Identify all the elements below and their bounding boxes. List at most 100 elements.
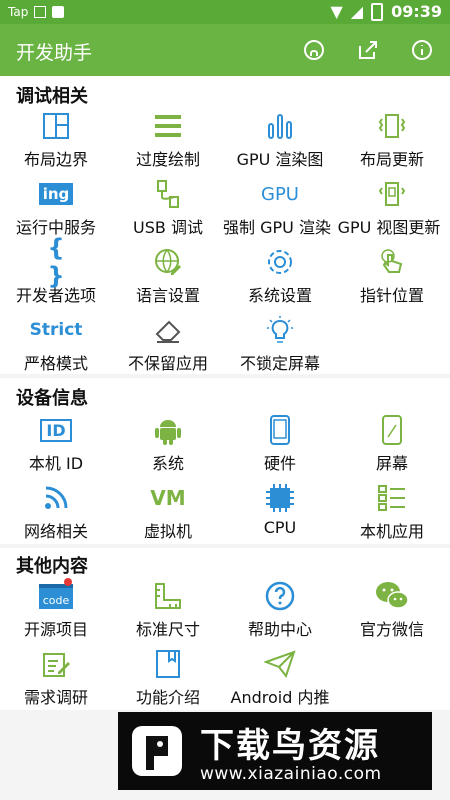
screen-icon (372, 414, 412, 446)
app-notification-icon (52, 6, 65, 18)
vibrate-icon (372, 110, 412, 142)
item-open-source[interactable]: code 开源项目 (0, 578, 112, 646)
phone-vibrate-icon (372, 178, 412, 210)
item-language-settings[interactable]: 语言设置 (112, 246, 224, 312)
item-label: 虚拟机 (143, 522, 192, 541)
item-help-center[interactable]: 帮助中心 (224, 580, 336, 646)
item-usb-debug[interactable]: USB 调试 (112, 178, 224, 244)
item-layout-update[interactable]: 布局更新 (336, 110, 448, 176)
signal-icon: ◢ (350, 2, 364, 21)
ruler-icon (148, 580, 188, 612)
item-force-gpu[interactable]: GPU 强制 GPU 渲染 (223, 178, 336, 244)
item-label: 指针位置 (359, 286, 424, 305)
item-android-referral[interactable]: Android 内推 (224, 648, 336, 714)
item-overdraw[interactable]: 过度绘制 (112, 110, 224, 176)
bar-chart-icon (260, 110, 300, 142)
item-label: 屏幕 (375, 454, 408, 473)
item-label: 标准尺寸 (135, 620, 200, 639)
usb-cable-icon (148, 178, 188, 210)
bird-logo-icon (124, 718, 190, 784)
share-icon[interactable] (356, 38, 380, 62)
watermark-banner: 下载鸟资源 www.xiazainiao.com (118, 712, 432, 790)
clock: 09:39 (391, 2, 442, 21)
item-label: 开发者选项 (15, 286, 96, 305)
code-window-icon: code (36, 578, 76, 612)
item-label: 过度绘制 (135, 150, 200, 169)
item-label: 网络相关 (23, 522, 88, 541)
ing-icon: ing (36, 178, 76, 210)
carrier-label: Tap (8, 5, 29, 19)
info-icon[interactable] (410, 38, 434, 62)
item-screen[interactable]: 屏幕 (336, 414, 448, 480)
item-label: 本机 ID (28, 454, 84, 473)
item-label: 不锁定屏幕 (239, 354, 320, 373)
notification-icon (34, 6, 47, 18)
item-system[interactable]: 系统 (112, 414, 224, 480)
item-label: Android 内推 (230, 688, 330, 707)
item-label: CPU (263, 518, 297, 537)
section-other: 其他内容 code 开源项目 标准尺寸 帮助中心 官方微信 需求调研 功能介绍 … (0, 548, 450, 710)
item-gpu-view-update[interactable]: GPU 视图更新 (336, 178, 448, 244)
vm-text-icon: VM (150, 486, 186, 510)
item-label: 开源项目 (23, 620, 88, 639)
item-system-settings[interactable]: 系统设置 (224, 246, 336, 312)
phone-icon (260, 414, 300, 446)
globe-edit-icon (148, 246, 188, 278)
watermark-title: 下载鸟资源 (200, 726, 380, 766)
github-icon[interactable] (302, 38, 326, 62)
item-gpu-profile[interactable]: GPU 渲染图 (224, 110, 336, 176)
rss-icon (36, 482, 76, 514)
item-label: USB 调试 (133, 218, 203, 237)
lightbulb-icon (260, 314, 300, 346)
item-label: 布局更新 (359, 150, 424, 169)
watermark-url: www.xiazainiao.com (200, 764, 382, 784)
item-installed-apps[interactable]: 本机应用 (336, 482, 448, 548)
battery-icon (371, 2, 384, 21)
item-wechat[interactable]: 官方微信 (336, 580, 448, 646)
item-label: 严格模式 (23, 354, 88, 373)
app-title: 开发助手 (16, 42, 93, 64)
braces-icon: { } (47, 234, 65, 290)
item-developer-options[interactable]: { } 开发者选项 (0, 234, 112, 312)
red-dot-badge (64, 578, 72, 586)
item-layout-bounds[interactable]: 布局边界 (0, 110, 112, 176)
section-title: 设备信息 (16, 388, 88, 409)
item-strict-mode[interactable]: Strict 严格模式 (0, 314, 112, 380)
id-card-icon: ID (36, 414, 76, 446)
item-label: GPU 视图更新 (337, 218, 441, 237)
item-cpu[interactable]: CPU (224, 482, 336, 548)
wechat-icon (372, 580, 412, 612)
item-standard-size[interactable]: 标准尺寸 (112, 580, 224, 646)
menu-lines-icon (148, 110, 188, 142)
item-label: 功能介绍 (135, 688, 200, 707)
item-hardware[interactable]: 硬件 (224, 414, 336, 480)
gear-icon (260, 246, 300, 278)
item-label: 布局边界 (23, 150, 88, 169)
section-title: 其他内容 (16, 556, 88, 577)
touch-pointer-icon (372, 246, 412, 278)
item-label: 官方微信 (359, 620, 424, 639)
item-network[interactable]: 网络相关 (0, 482, 112, 548)
item-stay-awake[interactable]: 不锁定屏幕 (224, 314, 336, 380)
item-label: GPU 渲染图 (236, 150, 324, 169)
item-dont-keep-activities[interactable]: 不保留应用 (112, 314, 224, 380)
strict-text-icon: Strict (29, 320, 83, 340)
gpu-text-icon: GPU (261, 183, 299, 205)
item-label: 硬件 (263, 454, 296, 473)
item-label: 不保留应用 (127, 354, 208, 373)
item-survey[interactable]: 需求调研 (0, 648, 112, 714)
android-icon (148, 414, 188, 446)
item-device-id[interactable]: ID 本机 ID (0, 414, 112, 480)
item-pointer-location[interactable]: 指针位置 (336, 246, 448, 312)
item-features[interactable]: 功能介绍 (112, 648, 224, 714)
item-label: 语言设置 (135, 286, 200, 305)
status-bar: Tap ▼ ◢ 09:39 (0, 0, 450, 24)
layout-grid-icon (36, 110, 76, 142)
book-icon (148, 648, 188, 680)
item-label: 需求调研 (23, 688, 88, 707)
paper-plane-icon (260, 648, 300, 680)
item-vm[interactable]: VM 虚拟机 (112, 482, 224, 548)
section-debug: 调试相关 布局边界 过度绘制 GPU 渲染图 布局更新 ing 运行中服务 US… (0, 76, 450, 374)
item-label: 系统设置 (247, 286, 312, 305)
item-label: 帮助中心 (247, 620, 312, 639)
